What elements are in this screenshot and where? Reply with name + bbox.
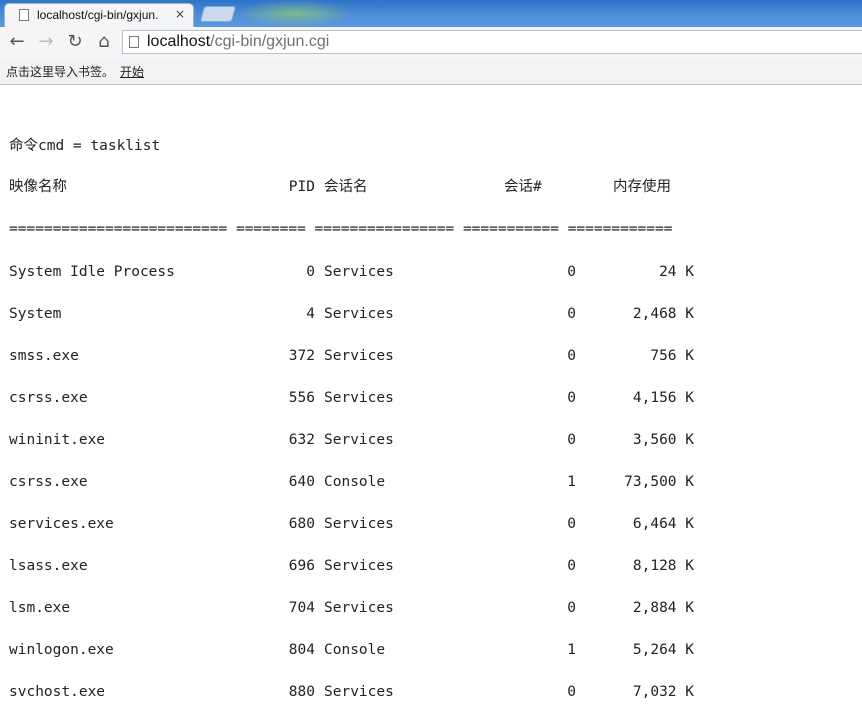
process-name: svchost.exe xyxy=(9,684,106,700)
tabstrip-glow xyxy=(235,0,355,27)
bookmarks-bar: 点击这里导入书签。 开始 xyxy=(0,58,862,85)
process-memory: 2,884 K xyxy=(632,600,694,616)
process-name: lsm.exe xyxy=(9,600,71,616)
tab-title: localhost/cgi-bin/gxjun. xyxy=(37,8,159,22)
bookmarks-import-hint: 点击这里导入书签。 xyxy=(6,65,115,79)
header-session-number: 会话# xyxy=(504,179,542,195)
process-pid: 640 xyxy=(288,474,315,490)
browser-tab[interactable]: localhost/cgi-bin/gxjun. × xyxy=(4,3,194,27)
process-name: csrss.exe xyxy=(9,474,88,490)
process-session-name: Services xyxy=(324,306,394,322)
url-host: localhost xyxy=(147,33,211,50)
reload-icon[interactable]: ↻ xyxy=(64,31,86,53)
process-name: csrss.exe xyxy=(9,390,88,406)
header-image-name: 映像名称 xyxy=(9,179,67,195)
tab-close-icon[interactable]: × xyxy=(175,7,185,21)
process-memory: 7,032 K xyxy=(632,684,694,700)
process-session-number: 0 xyxy=(567,306,576,322)
process-memory: 24 K xyxy=(659,264,694,280)
process-pid: 0 xyxy=(306,264,315,280)
address-url[interactable]: localhost/cgi-bin/gxjun.cgi xyxy=(147,33,329,51)
header-session-name: 会话名 xyxy=(324,179,368,195)
process-name: wininit.exe xyxy=(9,432,106,448)
process-name: winlogon.exe xyxy=(9,642,114,658)
new-tab-button[interactable] xyxy=(199,6,237,22)
process-session-name: Services xyxy=(324,684,394,700)
process-pid: 804 xyxy=(288,642,315,658)
home-icon[interactable]: ⌂ xyxy=(93,31,115,53)
command-line: 命令cmd = tasklist xyxy=(9,138,161,154)
page-icon xyxy=(129,36,139,48)
process-session-number: 0 xyxy=(567,516,576,532)
process-memory: 5,264 K xyxy=(632,642,694,658)
process-name: services.exe xyxy=(9,516,114,532)
process-session-number: 0 xyxy=(567,264,576,280)
process-session-name: Services xyxy=(324,390,394,406)
process-name: lsass.exe xyxy=(9,558,88,574)
process-session-number: 0 xyxy=(567,348,576,364)
process-pid: 4 xyxy=(306,306,315,322)
process-session-name: Services xyxy=(324,600,394,616)
process-session-name: Services xyxy=(324,264,394,280)
process-session-name: Console xyxy=(324,642,386,658)
process-name: smss.exe xyxy=(9,348,79,364)
process-pid: 704 xyxy=(288,600,315,616)
tab-strip: localhost/cgi-bin/gxjun. × xyxy=(0,0,862,27)
header-separator: ========================= ======== =====… xyxy=(9,221,673,237)
process-session-number: 0 xyxy=(567,600,576,616)
process-memory: 756 K xyxy=(650,348,694,364)
process-session-name: Console xyxy=(324,474,386,490)
process-session-number: 0 xyxy=(567,684,576,700)
process-memory: 4,156 K xyxy=(632,390,694,406)
process-memory: 8,128 K xyxy=(632,558,694,574)
process-pid: 556 xyxy=(288,390,315,406)
process-memory: 3,560 K xyxy=(632,432,694,448)
bookmarks-start-link[interactable]: 开始 xyxy=(120,63,144,80)
process-session-number: 0 xyxy=(567,390,576,406)
process-session-name: Services xyxy=(324,558,394,574)
process-memory: 2,468 K xyxy=(632,306,694,322)
process-session-name: Services xyxy=(324,348,394,364)
process-pid: 696 xyxy=(288,558,315,574)
process-session-name: Services xyxy=(324,432,394,448)
process-memory: 73,500 K xyxy=(624,474,694,490)
toolbar: ← → ↻ ⌂ localhost/cgi-bin/gxjun.cgi xyxy=(0,27,862,59)
back-arrow-icon[interactable]: ← xyxy=(6,31,28,53)
process-name: System Idle Process xyxy=(9,264,175,280)
address-bar[interactable]: localhost/cgi-bin/gxjun.cgi xyxy=(122,30,862,54)
header-pid: PID xyxy=(288,179,315,195)
process-memory: 6,464 K xyxy=(632,516,694,532)
table-header: 映像名称 PID 会话名 会话# 内存使用 xyxy=(9,177,671,197)
process-session-number: 0 xyxy=(567,432,576,448)
process-pid: 372 xyxy=(288,348,315,364)
process-session-number: 1 xyxy=(567,642,576,658)
forward-arrow-icon[interactable]: → xyxy=(35,31,57,53)
header-memory-usage: 内存使用 xyxy=(613,179,671,195)
process-session-name: Services xyxy=(324,516,394,532)
process-session-number: 0 xyxy=(567,558,576,574)
process-name: System xyxy=(9,306,62,322)
process-pid: 632 xyxy=(288,432,315,448)
process-pid: 880 xyxy=(288,684,315,700)
page-icon xyxy=(19,9,29,21)
url-path: /cgi-bin/gxjun.cgi xyxy=(210,33,330,50)
process-session-number: 1 xyxy=(567,474,576,490)
process-pid: 680 xyxy=(288,516,315,532)
